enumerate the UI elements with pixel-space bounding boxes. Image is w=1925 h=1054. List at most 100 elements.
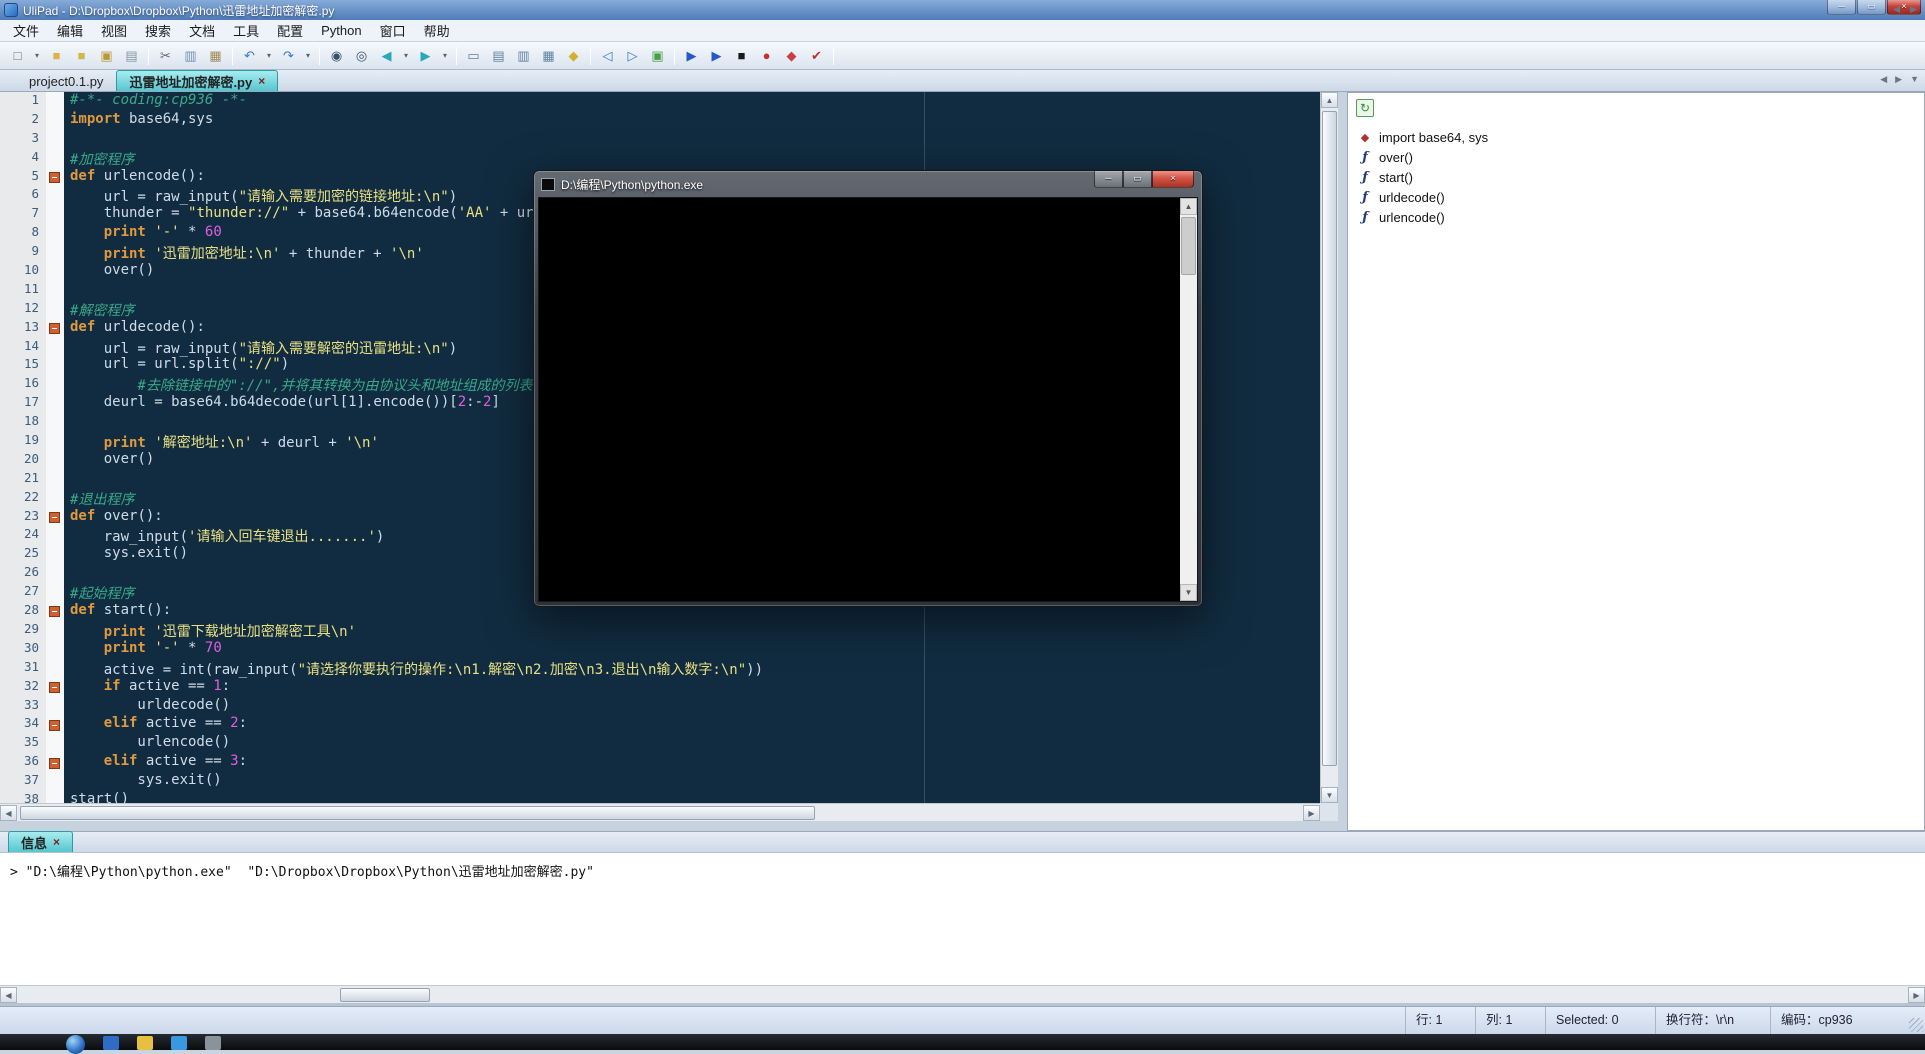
fold-marker-icon[interactable] [49, 322, 60, 334]
outline-item[interactable]: ƒ urlencode() [1348, 207, 1924, 227]
tab-close-icon[interactable]: × [53, 835, 60, 849]
minimize-button[interactable]: ─ [1827, 0, 1856, 15]
taskbar-app-4[interactable] [205, 1036, 221, 1050]
find-in-files-button[interactable]: ◎ [350, 45, 373, 67]
tab-nav-left-icon[interactable]: ◀ [1893, 4, 1900, 15]
paste-button[interactable]: ▦ [204, 45, 227, 67]
outline-item[interactable]: ◆ import base64, sys [1348, 127, 1924, 147]
layout-grid-button[interactable]: ▦ [537, 45, 560, 67]
go-forward-button[interactable]: ▶ [414, 45, 437, 67]
outline-item[interactable]: ƒ start() [1348, 167, 1924, 187]
wizard-button[interactable]: ◆ [562, 45, 585, 67]
print-button[interactable]: ▤ [120, 45, 143, 67]
function-icon: ƒ [1362, 149, 1368, 165]
scroll-down-icon[interactable]: ▼ [1321, 787, 1338, 803]
horizontal-splitter[interactable] [0, 821, 1347, 831]
menu-file[interactable]: 文件 [4, 19, 48, 42]
editor-vscroll-thumb[interactable] [1322, 111, 1337, 766]
layout-two-button[interactable]: ▤ [487, 45, 510, 67]
menu-config[interactable]: 配置 [268, 19, 312, 42]
undo-dropdown[interactable]: ▾ [263, 45, 275, 67]
message-hscroll-thumb[interactable] [340, 988, 430, 1002]
fold-marker-icon[interactable] [49, 171, 60, 183]
outline-item[interactable]: ƒ over() [1348, 147, 1924, 167]
breakpoint-button[interactable]: ◆ [780, 45, 803, 67]
tab-messages[interactable]: 信息 × [8, 831, 74, 852]
redo-button[interactable]: ↷ [277, 45, 300, 67]
go-back-dropdown[interactable]: ▾ [400, 45, 412, 67]
taskbar-app-1[interactable] [103, 1036, 119, 1050]
scroll-left-icon[interactable]: ◀ [0, 805, 17, 821]
run-button[interactable]: ▶ [680, 45, 703, 67]
fold-marker-icon[interactable] [49, 511, 60, 523]
console-maximize-button[interactable]: ▭ [1123, 171, 1152, 188]
tab-nav-right-icon[interactable]: ▶ [1895, 74, 1902, 85]
go-forward-dropdown[interactable]: ▾ [439, 45, 451, 67]
run-last-icon: ▶ [711, 48, 722, 63]
stop-button[interactable]: ■ [730, 45, 753, 67]
run-last-button[interactable]: ▶ [705, 45, 728, 67]
fold-marker-icon[interactable] [49, 606, 60, 618]
taskbar-app-2[interactable] [137, 1036, 153, 1050]
console-scroll-thumb[interactable] [1181, 217, 1196, 275]
new-file-button[interactable]: □ [6, 45, 29, 67]
scroll-down-icon[interactable]: ▼ [1180, 584, 1197, 601]
new-file-dropdown[interactable]: ▾ [31, 45, 43, 67]
open-file-button[interactable]: ■ [45, 45, 68, 67]
tab-nav-right-icon[interactable]: ▶ [1910, 4, 1917, 15]
scroll-right-icon[interactable]: ▶ [1303, 805, 1320, 821]
tab-nav-left-icon[interactable]: ◀ [1880, 74, 1887, 85]
debug-button[interactable]: ● [755, 45, 778, 67]
unindent-button[interactable]: ◁ [596, 45, 619, 67]
check-syntax-button[interactable]: ✔ [805, 45, 828, 67]
scroll-up-icon[interactable]: ▲ [1321, 92, 1338, 108]
menu-document[interactable]: 文档 [180, 19, 224, 42]
console-close-button[interactable]: × [1152, 171, 1194, 188]
menu-tools[interactable]: 工具 [224, 19, 268, 42]
taskbar-app-3[interactable] [171, 1036, 187, 1050]
go-back-button[interactable]: ◀ [375, 45, 398, 67]
indent-button[interactable]: ▷ [621, 45, 644, 67]
scroll-left-icon[interactable]: ◀ [0, 987, 17, 1003]
console-output-area[interactable]: ▲ ▼ [538, 197, 1198, 602]
refresh-outline-button[interactable]: ↻ [1356, 99, 1374, 117]
editor-vertical-scrollbar[interactable]: ▲ ▼ [1320, 92, 1338, 803]
undo-button[interactable]: ↶ [238, 45, 261, 67]
tab-project0.1.py[interactable]: project0.1.py [16, 70, 116, 91]
fold-marker-icon[interactable] [49, 719, 60, 731]
maximize-button[interactable]: ▭ [1857, 0, 1886, 15]
tab-nav-list-icon[interactable]: ▼ [1910, 74, 1919, 85]
copy-button[interactable]: ▥ [179, 45, 202, 67]
editor-horizontal-scrollbar[interactable]: ◀ ▶ [0, 803, 1320, 821]
snippet-button[interactable]: ▣ [646, 45, 669, 67]
menu-edit[interactable]: 编辑 [48, 19, 92, 42]
fold-marker-icon[interactable] [49, 757, 60, 769]
save-all-button[interactable]: ▣ [95, 45, 118, 67]
start-button[interactable] [66, 1035, 85, 1054]
title-bar[interactable]: UliPad - D:\Dropbox\Dropbox\Python\迅雷地址加… [0, 0, 1925, 20]
layout-three-button[interactable]: ▥ [512, 45, 535, 67]
menu-help[interactable]: 帮助 [415, 19, 459, 42]
tab-close-icon[interactable]: × [258, 74, 265, 88]
console-minimize-button[interactable]: ─ [1094, 171, 1123, 188]
menu-view[interactable]: 视图 [92, 19, 136, 42]
cut-button[interactable]: ✂ [154, 45, 177, 67]
outline-item[interactable]: ƒ urldecode() [1348, 187, 1924, 207]
tab-迅雷地址加密解密.py[interactable]: 迅雷地址加密解密.py × [116, 70, 279, 91]
editor-hscroll-thumb[interactable] [20, 806, 815, 820]
message-horizontal-scrollbar[interactable]: ◀ ▶ [0, 985, 1925, 1003]
menu-window[interactable]: 窗口 [371, 19, 415, 42]
message-panel[interactable]: > "D:\编程\Python\python.exe" "D:\Dropbox\… [0, 853, 1925, 985]
console-scrollbar[interactable]: ▲ ▼ [1180, 198, 1197, 601]
layout-one-button[interactable]: ▭ [462, 45, 485, 67]
save-button[interactable]: ■ [70, 45, 93, 67]
vertical-splitter[interactable] [1338, 92, 1347, 831]
redo-dropdown[interactable]: ▾ [302, 45, 314, 67]
menu-search[interactable]: 搜索 [136, 19, 180, 42]
menu-python[interactable]: Python [312, 21, 370, 40]
find-button[interactable]: ◉ [325, 45, 348, 67]
resize-grip[interactable] [1909, 1018, 1923, 1032]
scroll-right-icon[interactable]: ▶ [1908, 987, 1925, 1003]
scroll-up-icon[interactable]: ▲ [1180, 198, 1197, 215]
fold-marker-icon[interactable] [49, 681, 60, 693]
